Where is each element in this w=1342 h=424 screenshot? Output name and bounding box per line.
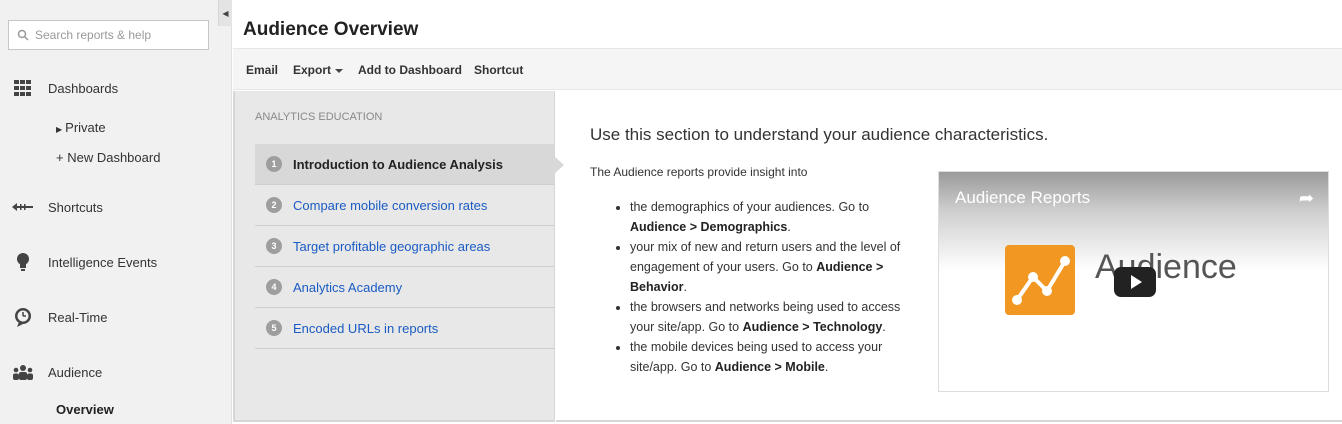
education-intro: The Audience reports provide insight int… bbox=[590, 165, 808, 179]
nav-private[interactable]: ▶ Private bbox=[56, 120, 106, 135]
grid-icon bbox=[12, 78, 34, 98]
shortcut-arrow-icon bbox=[12, 197, 34, 217]
bullet-item: the browsers and networks being used to … bbox=[630, 297, 902, 337]
education-panel: ANALYTICS EDUCATION 1 Introduction to Au… bbox=[233, 91, 1342, 424]
video-player[interactable]: Audience Reports ➦ Audience bbox=[938, 171, 1329, 392]
nav-shortcuts[interactable]: Shortcuts bbox=[0, 195, 232, 219]
caret-right-icon: ▶ bbox=[56, 125, 63, 134]
education-step[interactable]: 4 Analytics Academy bbox=[255, 267, 554, 308]
email-button[interactable]: Email bbox=[246, 63, 278, 77]
clock-icon bbox=[12, 307, 34, 327]
page-title: Audience Overview bbox=[243, 19, 419, 40]
collapse-sidebar-button[interactable]: ◀ bbox=[218, 0, 232, 26]
analytics-logo-icon bbox=[1005, 245, 1075, 315]
step-number: 4 bbox=[266, 279, 282, 295]
nav-real-time-label: Real-Time bbox=[48, 309, 108, 325]
bullet-item: your mix of new and return users and the… bbox=[630, 237, 902, 297]
step-link[interactable]: Analytics Academy bbox=[293, 280, 402, 295]
nav-intelligence-events[interactable]: Intelligence Events bbox=[0, 250, 232, 274]
education-bullets: the demographics of your audiences. Go t… bbox=[612, 197, 902, 377]
step-label: Introduction to Audience Analysis bbox=[293, 156, 503, 172]
nav-shortcuts-label: Shortcuts bbox=[48, 199, 103, 215]
step-link[interactable]: Encoded URLs in reports bbox=[293, 321, 438, 336]
play-button[interactable] bbox=[1114, 267, 1156, 297]
search-box[interactable] bbox=[8, 20, 209, 50]
step-number: 2 bbox=[266, 197, 282, 213]
export-button[interactable]: Export bbox=[293, 63, 344, 77]
education-steps: 1 Introduction to Audience Analysis 2 Co… bbox=[255, 144, 564, 349]
education-content: Use this section to understand your audi… bbox=[556, 91, 1342, 422]
lightbulb-icon bbox=[12, 252, 34, 272]
nav-dashboards[interactable]: Dashboards bbox=[0, 76, 232, 100]
chevron-down-icon bbox=[335, 68, 344, 73]
video-title: Audience Reports bbox=[955, 188, 1091, 207]
step-number: 3 bbox=[266, 238, 282, 254]
education-steps-panel: ANALYTICS EDUCATION 1 Introduction to Au… bbox=[233, 91, 564, 422]
shortcut-button[interactable]: Shortcut bbox=[474, 63, 523, 77]
education-heading: ANALYTICS EDUCATION bbox=[255, 111, 383, 123]
step-link[interactable]: Compare mobile conversion rates bbox=[293, 198, 487, 213]
bullet-item: the mobile devices being used to access … bbox=[630, 337, 902, 377]
bullet-item: the demographics of your audiences. Go t… bbox=[630, 197, 902, 237]
education-title: Use this section to understand your audi… bbox=[590, 125, 1049, 144]
nav-audience[interactable]: Audience bbox=[0, 360, 232, 384]
share-icon[interactable]: ➦ bbox=[1299, 188, 1314, 209]
nav-new-dashboard[interactable]: + New Dashboard bbox=[56, 150, 160, 165]
add-to-dashboard-button[interactable]: Add to Dashboard bbox=[358, 63, 462, 77]
nav-audience-overview[interactable]: Overview bbox=[56, 402, 114, 417]
nav-real-time[interactable]: Real-Time bbox=[0, 305, 232, 329]
education-step[interactable]: 5 Encoded URLs in reports bbox=[255, 308, 554, 349]
step-number: 1 bbox=[266, 156, 282, 172]
nav-intelligence-label: Intelligence Events bbox=[48, 254, 158, 270]
education-step[interactable]: 2 Compare mobile conversion rates bbox=[255, 185, 554, 226]
step-link[interactable]: Target profitable geographic areas bbox=[293, 239, 490, 254]
nav-private-label: Private bbox=[65, 120, 106, 135]
search-icon bbox=[17, 29, 29, 41]
export-label: Export bbox=[293, 63, 332, 77]
search-input[interactable] bbox=[35, 28, 205, 42]
sidebar: Dashboards ▶Private + New Dashboard Shor… bbox=[0, 0, 232, 424]
caret-left-icon: ◀ bbox=[222, 8, 229, 18]
education-step[interactable]: 3 Target profitable geographic areas bbox=[255, 226, 554, 267]
people-icon bbox=[12, 362, 34, 382]
toolbar: Email Export Add to Dashboard Shortcut bbox=[233, 48, 1342, 90]
education-step[interactable]: 1 Introduction to Audience Analysis bbox=[255, 144, 564, 185]
nav-audience-label: Audience bbox=[48, 364, 103, 380]
step-number: 5 bbox=[266, 320, 282, 336]
nav-dashboards-label: Dashboards bbox=[48, 80, 119, 96]
